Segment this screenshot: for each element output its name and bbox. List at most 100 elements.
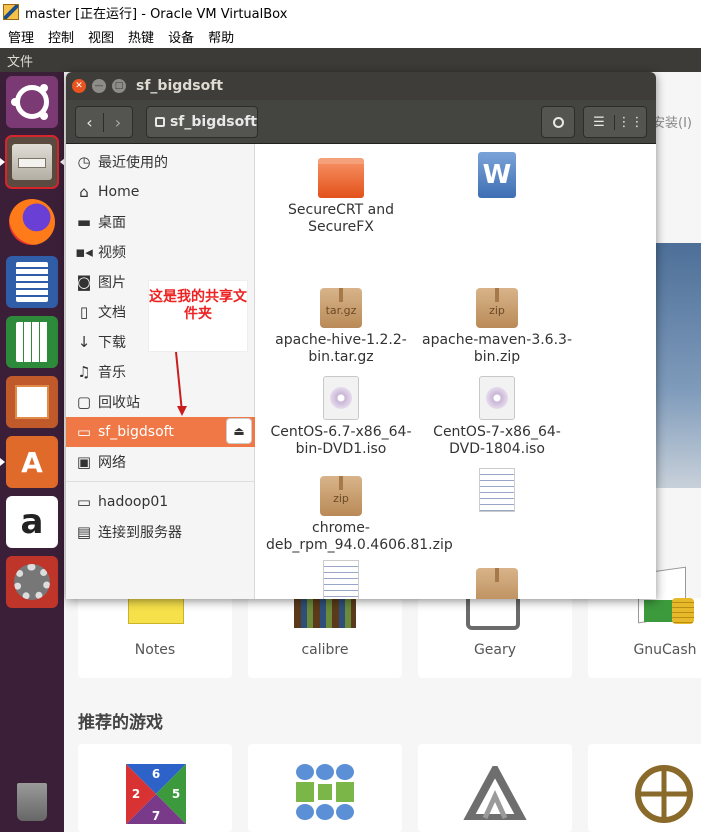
forward-icon[interactable]: › (104, 113, 132, 132)
file-name: CentOS-7-x86_64-DVD-1804.iso (433, 424, 561, 457)
minimize-icon[interactable]: — (92, 79, 106, 93)
text-file-icon (479, 468, 515, 512)
file-name: apache-hive-1.2.2-bin.tar.gz (275, 332, 407, 365)
file-manager-titlebar: ✕ — □ sf_bigdsoft (66, 72, 656, 100)
app-card-calibre[interactable]: calibre (248, 598, 402, 678)
sidebar-label: 图片 (98, 275, 126, 291)
calc-icon[interactable] (6, 316, 58, 368)
calibre-icon (294, 598, 356, 628)
game-card[interactable] (248, 744, 402, 832)
virtualbox-icon (3, 4, 19, 20)
app-label: Notes (134, 642, 176, 658)
amazon-icon[interactable]: a (6, 496, 58, 548)
path-label: sf_bigdsoft (169, 114, 257, 130)
settings-icon[interactable] (6, 556, 58, 608)
sidebar-item-desktop[interactable]: ▬ 桌面 (66, 207, 255, 237)
eject-icon[interactable]: ⏏ (226, 418, 252, 444)
network-icon: ▣ (76, 453, 92, 471)
banner-image (655, 243, 701, 488)
trash-icon[interactable] (6, 776, 58, 828)
swell-foop-icon (296, 764, 354, 820)
menu-view[interactable]: 视图 (88, 27, 114, 46)
app-label: GnuCash (633, 642, 697, 658)
game-card[interactable] (588, 744, 701, 832)
software-center-icon[interactable]: A (6, 436, 58, 488)
disc-image-icon (323, 376, 359, 420)
path-button[interactable]: sf_bigdsoft (146, 106, 258, 138)
archive-badge: tar.gz (325, 304, 357, 317)
toolbar: ‹ › sf_bigdsoft ☰ ⋮⋮ (66, 100, 656, 144)
document-icon: ▯ (79, 303, 89, 321)
sidebar-label: 最近使用的 (98, 155, 168, 171)
camera-icon: ◙ (76, 273, 92, 291)
sidebar-item-hadoop01[interactable]: ▭ hadoop01 (66, 487, 255, 517)
sidebar-label: 回收站 (98, 395, 140, 411)
server-icon: ▤ (76, 523, 92, 541)
app-card-notes[interactable]: Notes (78, 594, 232, 678)
file-item[interactable] (266, 560, 416, 599)
menu-hotkey[interactable]: 热键 (128, 27, 154, 46)
writer-icon[interactable] (6, 256, 58, 308)
folder-icon (318, 158, 364, 198)
archive-icon: zip (320, 476, 362, 516)
file-item[interactable] (422, 568, 572, 599)
sidebar-label: sf_bigdsoft (98, 424, 174, 440)
chess-knight-icon (463, 766, 527, 820)
file-item[interactable]: zip chrome-deb_rpm_94.0.4606.81.zip (266, 476, 453, 554)
tile-number: 7 (152, 809, 160, 823)
folder-icon: ▬ (76, 213, 92, 231)
menu-file[interactable]: 文件 (7, 51, 33, 70)
search-icon (552, 116, 564, 128)
grid-view-icon[interactable]: ⋮⋮ (615, 115, 646, 130)
sidebar-label: 下载 (98, 335, 126, 351)
screen: master [正在运行] - Oracle VM VirtualBox 管理 … (0, 0, 701, 832)
file-item[interactable]: zip apache-maven-3.6.3-bin.zip (422, 288, 572, 366)
menu-help[interactable]: 帮助 (208, 27, 234, 46)
search-button[interactable] (541, 106, 575, 138)
maximize-icon[interactable]: □ (112, 79, 126, 93)
drive-icon: ▭ (76, 423, 92, 441)
ubuntu-dash-icon[interactable] (6, 76, 58, 128)
tile-number: 2 (132, 787, 140, 801)
sidebar-item-network[interactable]: ▣ 网络 (66, 447, 255, 477)
archive-icon: tar.gz (320, 288, 362, 328)
clock-icon: ◷ (77, 153, 91, 171)
archive-icon (476, 568, 518, 599)
view-buttons: ☰ ⋮⋮ (583, 106, 647, 138)
sidebar-item-videos[interactable]: ▪◂ 视频 (66, 237, 255, 267)
app-card-gnucash[interactable]: GnuCash (588, 566, 701, 678)
launcher: A a (0, 72, 65, 832)
firefox-icon[interactable] (6, 196, 58, 248)
trash-icon: ▢ (76, 393, 92, 411)
file-item[interactable]: CentOS-6.7-x86_64-bin-DVD1.iso (266, 376, 416, 458)
file-name: SecureCRT and SecureFX (288, 202, 394, 235)
geary-icon (466, 598, 520, 630)
menu-manage[interactable]: 管理 (8, 27, 34, 46)
install-button[interactable]: 安装(I) (652, 112, 692, 131)
file-item[interactable]: tar.gz apache-hive-1.2.2-bin.tar.gz (266, 288, 416, 366)
sidebar-label: 音乐 (98, 365, 126, 381)
menu-devices[interactable]: 设备 (168, 27, 194, 46)
close-icon[interactable]: ✕ (72, 79, 86, 93)
file-item[interactable]: SecureCRT and SecureFX (266, 158, 416, 236)
file-item[interactable]: CentOS-7-x86_64-DVD-1804.iso (422, 376, 572, 458)
file-item[interactable]: W (422, 152, 572, 202)
list-view-icon[interactable]: ☰ (584, 114, 616, 130)
sidebar-item-home[interactable]: ⌂ Home (66, 177, 255, 207)
game-card[interactable]: 6 2 5 7 (78, 744, 232, 832)
files-icon[interactable] (5, 135, 59, 189)
menu-control[interactable]: 控制 (48, 27, 74, 46)
sidebar-item-connect-server[interactable]: ▤ 连接到服务器 (66, 517, 255, 547)
sidebar-label: Home (98, 184, 140, 200)
sidebar-item-recent[interactable]: ◷ 最近使用的 (66, 147, 255, 177)
back-icon[interactable]: ‹ (76, 112, 105, 132)
app-card-geary[interactable]: Geary (418, 598, 572, 678)
annotation-text: 这是我的共享文件夹 (149, 289, 247, 322)
app-label: calibre (301, 642, 349, 658)
music-icon: ♫ (77, 363, 91, 381)
download-icon: ↓ (77, 333, 91, 351)
game-card[interactable] (418, 744, 572, 832)
archive-badge: zip (489, 304, 505, 317)
file-item[interactable] (422, 468, 572, 516)
impress-icon[interactable] (6, 376, 58, 428)
